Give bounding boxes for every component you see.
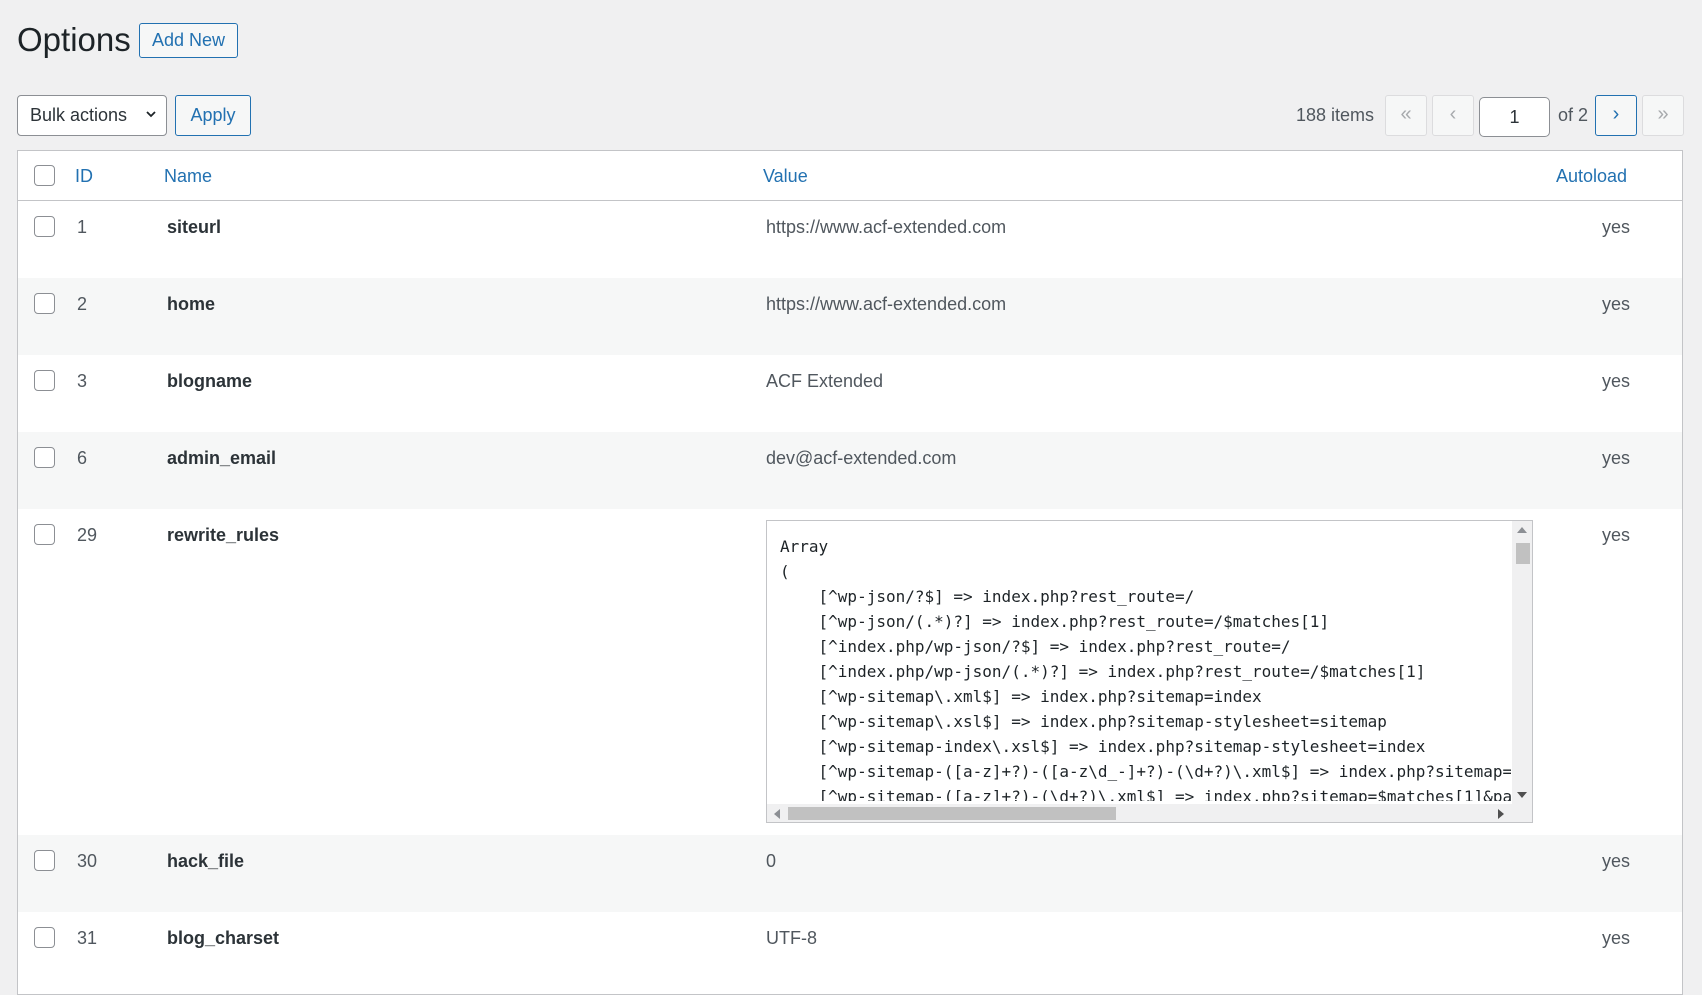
row-autoload: yes xyxy=(1602,851,1631,871)
table-row: 6 admin_email dev@acf-extended.com yes xyxy=(18,432,1682,509)
code-line: [^wp-sitemap-([a-z]+?)-(\d+?)\.xml$] => … xyxy=(818,787,1511,801)
code-line: [^wp-sitemap\.xsl$] => index.php?sitemap… xyxy=(780,712,1387,731)
scroll-down-arrow-icon[interactable] xyxy=(1517,792,1527,798)
select-all-checkbox[interactable] xyxy=(34,165,55,186)
options-page: Options Add New Bulk actions Apply 188 i… xyxy=(0,0,1702,995)
row-value: UTF-8 xyxy=(766,928,817,948)
value-code-box[interactable]: Array ( [^wp-json/?$] => index.php?rest_r… xyxy=(766,520,1533,823)
last-page-button[interactable]: » xyxy=(1642,95,1684,136)
row-id: 31 xyxy=(77,928,98,948)
items-count: 188 items xyxy=(1296,105,1375,125)
code-line: ( xyxy=(780,562,790,581)
table-row: 31 blog_charset UTF-8 yes xyxy=(18,912,1682,989)
row-id: 30 xyxy=(77,851,98,871)
row-autoload: yes xyxy=(1602,371,1631,391)
row-checkbox[interactable] xyxy=(34,447,55,468)
row-checkbox[interactable] xyxy=(34,524,55,545)
scrollbar-thumb[interactable] xyxy=(788,807,1116,820)
row-checkbox[interactable] xyxy=(34,370,55,391)
scroll-left-arrow-icon[interactable] xyxy=(774,809,780,819)
column-value[interactable]: Value xyxy=(763,166,808,187)
code-line: [^wp-sitemap-([a-z]+?)-([a-z\d_-]+?)-(\d… xyxy=(818,762,1511,781)
row-autoload: yes xyxy=(1602,928,1631,948)
row-autoload: yes xyxy=(1602,448,1631,468)
scroll-right-arrow-icon[interactable] xyxy=(1498,809,1504,819)
page-title: Options xyxy=(17,21,131,58)
chevron-down-icon xyxy=(146,111,156,118)
row-value: 0 xyxy=(766,851,777,871)
row-checkbox[interactable] xyxy=(34,850,55,871)
prev-page-button[interactable]: ‹ xyxy=(1432,95,1474,136)
row-name[interactable]: hack_file xyxy=(167,851,244,872)
row-checkbox[interactable] xyxy=(34,927,55,948)
row-autoload: yes xyxy=(1602,525,1631,545)
code-line: Array xyxy=(780,537,829,556)
table-row: 2 home https://www.acf-extended.com yes xyxy=(18,278,1682,355)
scroll-up-arrow-icon[interactable] xyxy=(1517,527,1527,533)
code-line: [^index.php/wp-json/(.*)?] => index.php?… xyxy=(780,662,1426,681)
row-name[interactable]: home xyxy=(167,294,215,315)
row-value: https://www.acf-extended.com xyxy=(766,217,1007,237)
row-id: 2 xyxy=(77,294,88,314)
row-name[interactable]: admin_email xyxy=(167,448,276,469)
scrollbar-thumb[interactable] xyxy=(1516,543,1530,564)
row-name[interactable]: siteurl xyxy=(167,217,221,238)
bulk-actions-select[interactable]: Bulk actions xyxy=(17,95,167,136)
code-line: [^wp-json/?$] => index.php?rest_route=/ xyxy=(780,587,1195,606)
code-line: [^wp-json/(.*)?] => index.php?rest_route… xyxy=(780,612,1330,631)
table-header: ID Name Value Autoload xyxy=(18,151,1682,201)
code-line: [^wp-sitemap-index\.xsl$] => index.php?s… xyxy=(780,737,1426,756)
row-id: 1 xyxy=(77,217,88,237)
row-name[interactable]: rewrite_rules xyxy=(167,525,279,546)
next-page-button[interactable]: › xyxy=(1595,95,1637,136)
value-code-text: Array ( [^wp-json/?$] => index.php?rest_r… xyxy=(780,534,1511,801)
table-row: 3 blogname ACF Extended yes xyxy=(18,355,1682,432)
column-autoload[interactable]: Autoload xyxy=(1556,166,1627,187)
apply-button[interactable]: Apply xyxy=(175,95,251,136)
row-id: 6 xyxy=(77,448,88,468)
code-line: [^index.php/wp-json/?$] => index.php?res… xyxy=(780,637,1291,656)
row-checkbox[interactable] xyxy=(34,293,55,314)
vertical-scrollbar[interactable] xyxy=(1512,521,1532,804)
row-value: https://www.acf-extended.com xyxy=(766,294,1007,314)
horizontal-scrollbar[interactable] xyxy=(767,804,1532,822)
table-row: 30 hack_file 0 yes xyxy=(18,835,1682,912)
table-row: 1 siteurl https://www.acf-extended.com y… xyxy=(18,201,1682,278)
row-autoload: yes xyxy=(1602,217,1631,237)
row-id: 3 xyxy=(77,371,88,391)
row-value: ACF Extended xyxy=(766,371,884,391)
row-name[interactable]: blog_charset xyxy=(167,928,279,949)
table-row: 29 rewrite_rules Array ( [^wp-json/?$] =>… xyxy=(18,509,1682,835)
first-page-button[interactable]: « xyxy=(1385,95,1427,136)
bulk-actions-label: Bulk actions xyxy=(30,105,128,125)
column-name[interactable]: Name xyxy=(164,166,212,187)
options-table: ID Name Value Autoload 1 siteurl https:/… xyxy=(17,150,1683,995)
row-checkbox[interactable] xyxy=(34,216,55,237)
add-new-button[interactable]: Add New xyxy=(139,23,239,58)
row-id: 29 xyxy=(77,525,98,545)
row-autoload: yes xyxy=(1602,294,1631,314)
row-value: dev@acf-extended.com xyxy=(766,448,957,468)
row-name[interactable]: blogname xyxy=(167,371,252,392)
code-line: [^wp-sitemap\.xml$] => index.php?sitemap… xyxy=(780,687,1262,706)
total-pages: of 2 xyxy=(1558,105,1589,125)
current-page-input[interactable]: 1 xyxy=(1479,97,1550,137)
column-id[interactable]: ID xyxy=(75,166,93,187)
